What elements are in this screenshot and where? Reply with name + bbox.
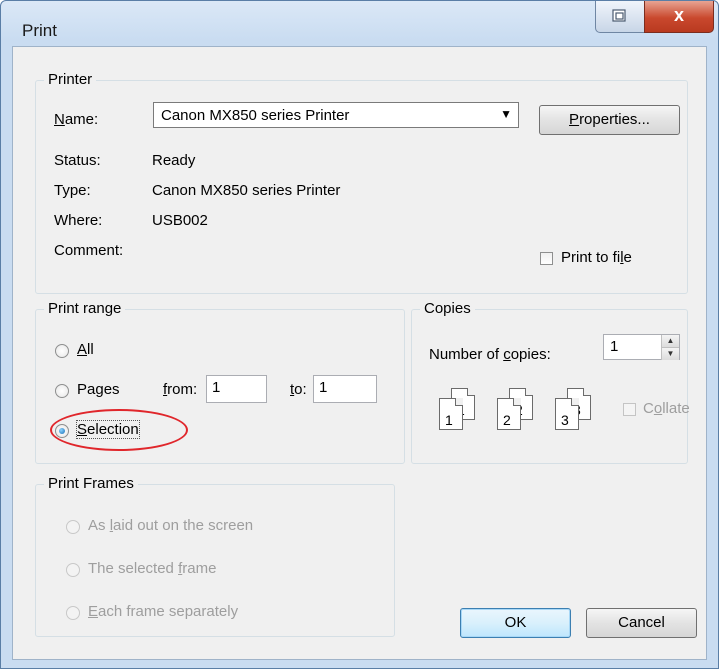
printer-name-select[interactable]: Canon MX850 series Printer ▼ xyxy=(153,102,519,128)
restore-icon xyxy=(612,9,626,22)
from-input[interactable]: 1 xyxy=(206,375,267,403)
close-button[interactable]: x xyxy=(644,1,714,33)
number-of-copies-label: Number of copies: xyxy=(429,346,551,363)
print-to-file-label: Print to file xyxy=(561,249,632,266)
where-label: Where: xyxy=(54,212,103,229)
collate-page-2-front: 2 xyxy=(497,398,521,430)
to-input[interactable]: 1 xyxy=(313,375,377,403)
copies-spinner[interactable]: 1 ▲ ▼ xyxy=(603,334,680,360)
from-label: from: xyxy=(163,381,198,398)
collate-page-1-front: 1 xyxy=(439,398,463,430)
to-label: to: xyxy=(290,381,307,398)
properties-button[interactable]: Properties... xyxy=(539,105,680,135)
cancel-button[interactable]: Cancel xyxy=(586,608,697,638)
spin-down-icon[interactable]: ▼ xyxy=(661,347,679,360)
radio-as-laid-out-label: As laid out on the screen xyxy=(88,517,254,534)
radio-as-laid-out[interactable] xyxy=(66,520,80,534)
status-label: Status: xyxy=(54,152,101,169)
radio-pages[interactable] xyxy=(55,384,69,398)
radio-all-label: All xyxy=(77,341,94,358)
restore-button[interactable] xyxy=(595,1,645,33)
radio-each-frame[interactable] xyxy=(66,606,80,620)
printer-legend: Printer xyxy=(44,71,97,88)
where-value: USB002 xyxy=(152,212,208,229)
print-frames-legend: Print Frames xyxy=(44,475,138,492)
print-to-file-checkbox[interactable] xyxy=(540,252,553,265)
collate-checkbox[interactable] xyxy=(623,403,636,416)
printer-name-label: Name: xyxy=(54,111,99,128)
window-title: Print xyxy=(22,21,57,40)
status-value: Ready xyxy=(152,152,196,169)
collate-label: Collate xyxy=(643,400,690,417)
radio-each-frame-label: Each frame separately xyxy=(88,603,239,620)
ok-button[interactable]: OK xyxy=(460,608,571,638)
spin-up-icon[interactable]: ▲ xyxy=(661,335,679,347)
copies-group: Copies xyxy=(411,300,688,464)
collate-page-3-front: 3 xyxy=(555,398,579,430)
radio-all[interactable] xyxy=(55,344,69,358)
print-range-legend: Print range xyxy=(44,300,126,317)
copies-value: 1 xyxy=(610,338,619,355)
annotation-circle xyxy=(50,409,188,451)
print-dialog-window: Print x Printer Name: Canon MX850 series… xyxy=(0,0,719,669)
close-icon: x xyxy=(673,5,684,25)
chevron-down-icon: ▼ xyxy=(500,107,512,121)
type-label: Type: xyxy=(54,182,91,199)
radio-selected-frame-label: The selected frame xyxy=(88,560,217,577)
radio-pages-label: Pages xyxy=(77,381,120,398)
copies-legend: Copies xyxy=(420,300,475,317)
radio-selected-frame[interactable] xyxy=(66,563,80,577)
dialog-client-area: Printer Name: Canon MX850 series Printer… xyxy=(12,46,707,660)
printer-name-value: Canon MX850 series Printer xyxy=(161,107,350,124)
comment-label: Comment: xyxy=(54,242,124,259)
type-value: Canon MX850 series Printer xyxy=(152,182,341,199)
